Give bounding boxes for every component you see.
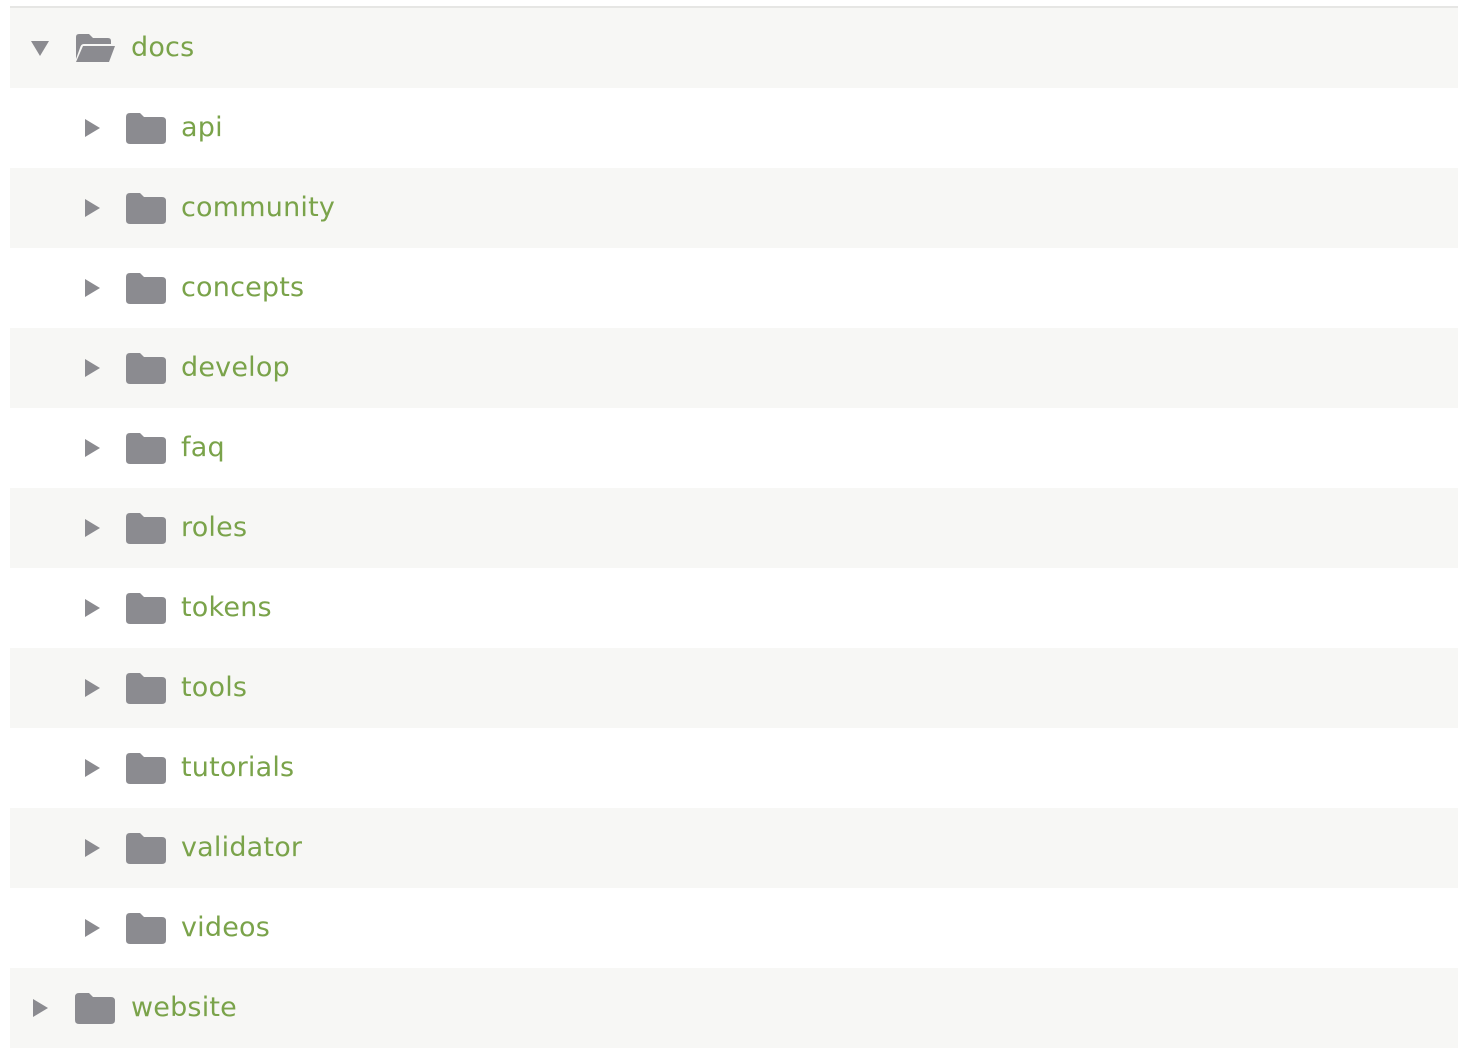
triangle-right-icon[interactable] (82, 198, 102, 218)
tree-row-website[interactable]: website (10, 968, 1458, 1048)
triangle-right-icon[interactable] (82, 278, 102, 298)
folder-icon[interactable] (125, 591, 167, 625)
tree-row-roles[interactable]: roles (10, 488, 1458, 568)
folder-open-icon[interactable] (74, 31, 116, 65)
triangle-right-icon[interactable] (82, 358, 102, 378)
triangle-right-icon[interactable] (82, 118, 102, 138)
folder-icon[interactable] (74, 991, 116, 1025)
folder-name[interactable]: docs (131, 32, 194, 63)
triangle-right-icon[interactable] (82, 438, 102, 458)
triangle-right-icon[interactable] (82, 758, 102, 778)
folder-name[interactable]: community (181, 192, 335, 223)
tree-row-validator[interactable]: validator (10, 808, 1458, 888)
triangle-right-icon[interactable] (30, 998, 50, 1018)
folder-name[interactable]: concepts (181, 272, 304, 303)
folder-name[interactable]: tools (181, 672, 247, 703)
tree-row-api[interactable]: api (10, 88, 1458, 168)
folder-icon[interactable] (125, 271, 167, 305)
tree-row-tools[interactable]: tools (10, 648, 1458, 728)
triangle-right-icon[interactable] (82, 918, 102, 938)
folder-name[interactable]: website (131, 992, 237, 1023)
folder-icon[interactable] (125, 911, 167, 945)
folder-name[interactable]: tutorials (181, 752, 294, 783)
folder-name[interactable]: faq (181, 432, 225, 463)
folder-name[interactable]: develop (181, 352, 290, 383)
tree-row-videos[interactable]: videos (10, 888, 1458, 968)
triangle-down-icon[interactable] (30, 38, 50, 58)
tree-row-docs[interactable]: docs (10, 8, 1458, 88)
tree-row-faq[interactable]: faq (10, 408, 1458, 488)
file-tree: docs api community concepts develop faq … (10, 6, 1458, 1048)
folder-icon[interactable] (125, 511, 167, 545)
folder-icon[interactable] (125, 111, 167, 145)
folder-name[interactable]: tokens (181, 592, 272, 623)
folder-icon[interactable] (125, 751, 167, 785)
folder-name[interactable]: validator (181, 832, 302, 863)
tree-row-tokens[interactable]: tokens (10, 568, 1458, 648)
folder-name[interactable]: api (181, 112, 223, 143)
folder-icon[interactable] (125, 351, 167, 385)
folder-name[interactable]: roles (181, 512, 247, 543)
tree-row-concepts[interactable]: concepts (10, 248, 1458, 328)
triangle-right-icon[interactable] (82, 598, 102, 618)
tree-row-develop[interactable]: develop (10, 328, 1458, 408)
folder-icon[interactable] (125, 431, 167, 465)
tree-row-tutorials[interactable]: tutorials (10, 728, 1458, 808)
folder-icon[interactable] (125, 191, 167, 225)
folder-icon[interactable] (125, 831, 167, 865)
folder-icon[interactable] (125, 671, 167, 705)
triangle-right-icon[interactable] (82, 518, 102, 538)
tree-row-community[interactable]: community (10, 168, 1458, 248)
triangle-right-icon[interactable] (82, 838, 102, 858)
folder-name[interactable]: videos (181, 912, 270, 943)
triangle-right-icon[interactable] (82, 678, 102, 698)
